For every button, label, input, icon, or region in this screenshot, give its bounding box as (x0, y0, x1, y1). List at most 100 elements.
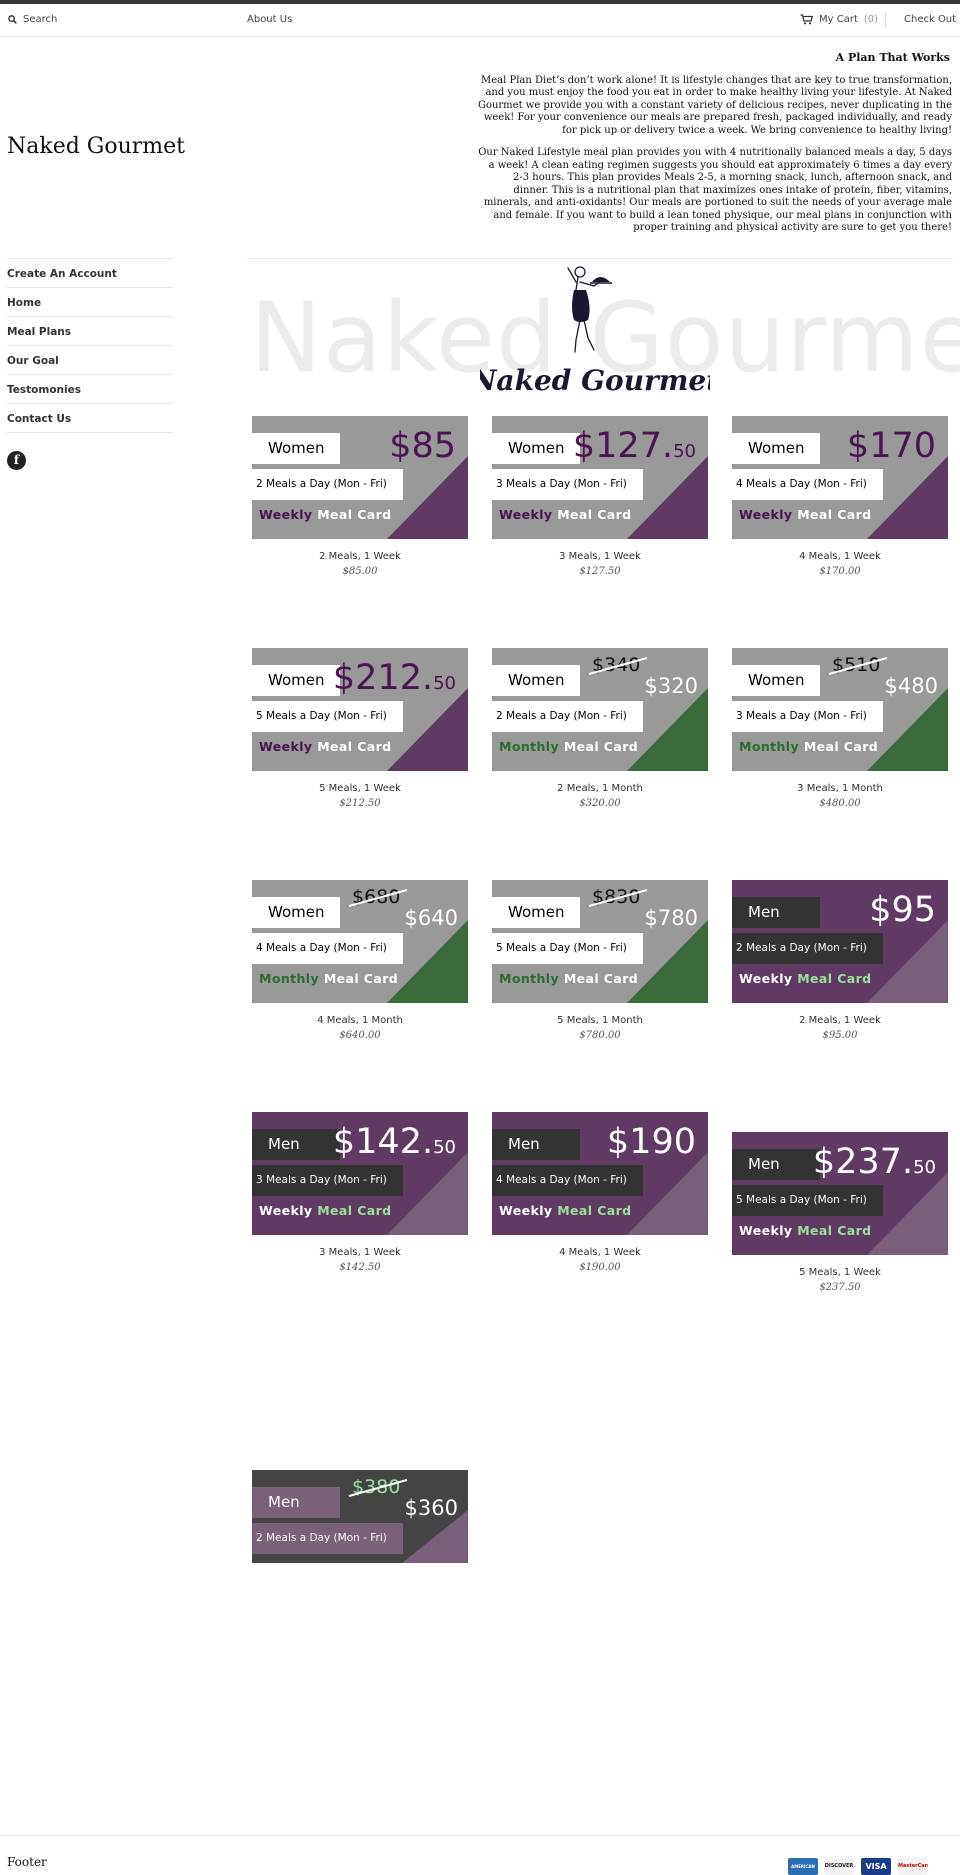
product-item[interactable]: Men 4 Meals a Day (Mon - Fri) $190 Weekly M… (492, 1112, 708, 1273)
product-item[interactable]: Men 2 Meals a Day (Mon - Fri) $360 $380 (252, 1470, 468, 1563)
card-plan-word: Weekly (259, 507, 313, 522)
meal-card-image[interactable]: Women 5 Meals a Day (Mon - Fri) $212.50 Wee… (252, 648, 468, 771)
meal-card-image[interactable]: Women 5 Meals a Day (Mon - Fri) $780 $830 Mo… (492, 880, 708, 1003)
sidebar-item-testomonies[interactable]: Testomonies (7, 375, 173, 404)
card-meals-label: 2 Meals a Day (Mon - Fri) (732, 933, 883, 964)
footer-divider (0, 1835, 960, 1836)
card-meals-label: 3 Meals a Day (Mon - Fri) (732, 701, 883, 732)
meal-card-image[interactable]: Women 2 Meals a Day (Mon - Fri) $320 $340 Mo… (492, 648, 708, 771)
card-price-main: $170 (846, 426, 936, 466)
product-title[interactable]: 4 Meals, 1 Week (732, 551, 948, 562)
card-meals-label: 5 Meals a Day (Mon - Fri) (732, 1185, 883, 1216)
product-item[interactable]: Women 2 Meals a Day (Mon - Fri) $85 Weekly … (252, 416, 468, 577)
product-item[interactable]: Women 5 Meals a Day (Mon - Fri) $212.50 Wee… (252, 648, 468, 809)
product-title[interactable]: 2 Meals, 1 Month (492, 783, 708, 794)
card-price-cents: 50 (913, 1157, 936, 1178)
product-title[interactable]: 3 Meals, 1 Month (732, 783, 948, 794)
card-meal-card-word: Meal Card (797, 507, 872, 522)
product-item[interactable]: Men 2 Meals a Day (Mon - Fri) $95 Weekly Me… (732, 880, 948, 1041)
discover-icon: DISCOVER (824, 1858, 854, 1875)
card-meals-label: 2 Meals a Day (Mon - Fri) (492, 701, 643, 732)
card-price-main: $127. (572, 426, 674, 466)
card-plan-label: Weekly Meal Card (739, 971, 872, 986)
product-price: $170.00 (819, 566, 861, 577)
meal-card-image[interactable]: Women 3 Meals a Day (Mon - Fri) $127.50 Wee… (492, 416, 708, 539)
card-meal-card-word: Meal Card (563, 971, 639, 986)
site-title[interactable]: Naked Gourmet (7, 134, 185, 159)
product-title[interactable]: 3 Meals, 1 Week (252, 1247, 468, 1258)
sidebar-item-home[interactable]: Home (7, 288, 173, 317)
product-title[interactable]: 5 Meals, 1 Month (492, 1015, 708, 1026)
sidebar-item-our-goal[interactable]: Our Goal (7, 346, 173, 375)
card-plan-word: Weekly (739, 1223, 793, 1238)
product-price: $780.00 (579, 1030, 621, 1041)
card-meal-card-word: Meal Card (317, 739, 392, 754)
product-title[interactable]: 2 Meals, 1 Week (732, 1015, 948, 1026)
checkout-link[interactable]: Check Out (904, 14, 956, 25)
card-plan-word: Weekly (499, 1203, 553, 1218)
strikethrough-line (588, 657, 648, 675)
product-item[interactable]: Women 3 Meals a Day (Mon - Fri) $127.50 Wee… (492, 416, 708, 577)
product-item[interactable]: Women 3 Meals a Day (Mon - Fri) $480 $510 Mo… (732, 648, 948, 809)
card-plan-label: Monthly Meal Card (259, 971, 398, 986)
card-gender-label: Men (732, 897, 820, 928)
sidebar-item-contact-us[interactable]: Contact Us (7, 404, 173, 433)
product-item[interactable]: Men 3 Meals a Day (Mon - Fri) $142.50 Weekl… (252, 1112, 468, 1273)
meal-card-image[interactable]: Women 4 Meals a Day (Mon - Fri) $170 Weekly… (732, 416, 948, 539)
product-title[interactable]: 3 Meals, 1 Week (492, 551, 708, 562)
about-us-link[interactable]: About Us (247, 14, 292, 25)
card-plan-word: Weekly (739, 971, 793, 986)
card-price: $212.50 (333, 658, 456, 698)
product-item[interactable]: Women 2 Meals a Day (Mon - Fri) $320 $340 Mo… (492, 648, 708, 809)
card-gender-label: Women (492, 897, 580, 928)
card-meals-label: 3 Meals a Day (Mon - Fri) (252, 1165, 403, 1196)
meal-card-image[interactable]: Men 2 Meals a Day (Mon - Fri) $95 Weekly Me… (732, 880, 948, 1003)
card-price-main: $212. (332, 658, 434, 698)
card-plan-label: Monthly Meal Card (499, 971, 638, 986)
cart-label: My Cart (819, 14, 858, 25)
facebook-icon[interactable]: f (7, 451, 26, 470)
sidebar-item-create-account[interactable]: Create An Account (7, 259, 173, 288)
card-plan-word: Weekly (259, 1203, 313, 1218)
meal-card-image[interactable]: Men 3 Meals a Day (Mon - Fri) $142.50 Weekl… (252, 1112, 468, 1235)
product-title[interactable]: 4 Meals, 1 Month (252, 1015, 468, 1026)
card-plan-word: Monthly (499, 971, 560, 986)
card-plan-label: Weekly Meal Card (739, 507, 872, 522)
cart-count: (0) (863, 14, 879, 25)
cart-icon (800, 14, 813, 25)
product-item[interactable]: Women 5 Meals a Day (Mon - Fri) $780 $830 Mo… (492, 880, 708, 1041)
search-box[interactable]: Search (8, 14, 57, 25)
top-bar: Search About Us My Cart (0) Check Out (0, 4, 960, 37)
product-title[interactable]: 5 Meals, 1 Week (732, 1267, 948, 1278)
meal-card-image[interactable]: Women 4 Meals a Day (Mon - Fri) $640 $680 Mo… (252, 880, 468, 1003)
card-price: $127.50 (573, 426, 696, 466)
strikethrough-line (348, 1479, 408, 1497)
product-title[interactable]: 5 Meals, 1 Week (252, 783, 468, 794)
card-meal-card-word: Meal Card (563, 739, 639, 754)
product-item[interactable]: Women 4 Meals a Day (Mon - Fri) $640 $680 Mo… (252, 880, 468, 1041)
product-price: $127.50 (579, 566, 621, 577)
card-price: $170 (847, 426, 936, 466)
product-item[interactable]: Men 5 Meals a Day (Mon - Fri) $237.50 Weekl… (732, 1132, 948, 1293)
card-price-cents: 50 (673, 441, 696, 462)
visa-icon: VISA (861, 1858, 891, 1875)
card-plan-label: Weekly Meal Card (259, 739, 392, 754)
sidebar-item-meal-plans[interactable]: Meal Plans (7, 317, 173, 346)
card-price-main: $237. (812, 1142, 914, 1182)
meal-card-image[interactable]: Men 2 Meals a Day (Mon - Fri) $360 $380 (252, 1470, 468, 1563)
product-title[interactable]: 4 Meals, 1 Week (492, 1247, 708, 1258)
product-title[interactable]: 2 Meals, 1 Week (252, 551, 468, 562)
footer-label: Footer (7, 1855, 47, 1869)
meal-card-image[interactable]: Women 2 Meals a Day (Mon - Fri) $85 Weekly … (252, 416, 468, 539)
card-price: $85 (389, 426, 456, 466)
card-gender-label: Men (252, 1487, 340, 1518)
meal-card-image[interactable]: Men 4 Meals a Day (Mon - Fri) $190 Weekly M… (492, 1112, 708, 1235)
meal-card-image[interactable]: Women 3 Meals a Day (Mon - Fri) $480 $510 Mo… (732, 648, 948, 771)
card-gender-label: Men (492, 1129, 580, 1160)
meal-card-image[interactable]: Men 5 Meals a Day (Mon - Fri) $237.50 Weekl… (732, 1132, 948, 1255)
strikethrough-line (348, 889, 408, 907)
product-item[interactable]: Women 4 Meals a Day (Mon - Fri) $170 Weekly… (732, 416, 948, 577)
card-plan-label: Weekly Meal Card (499, 507, 632, 522)
my-cart-link[interactable]: My Cart (0) (800, 14, 878, 25)
product-price: $85.00 (342, 566, 378, 577)
